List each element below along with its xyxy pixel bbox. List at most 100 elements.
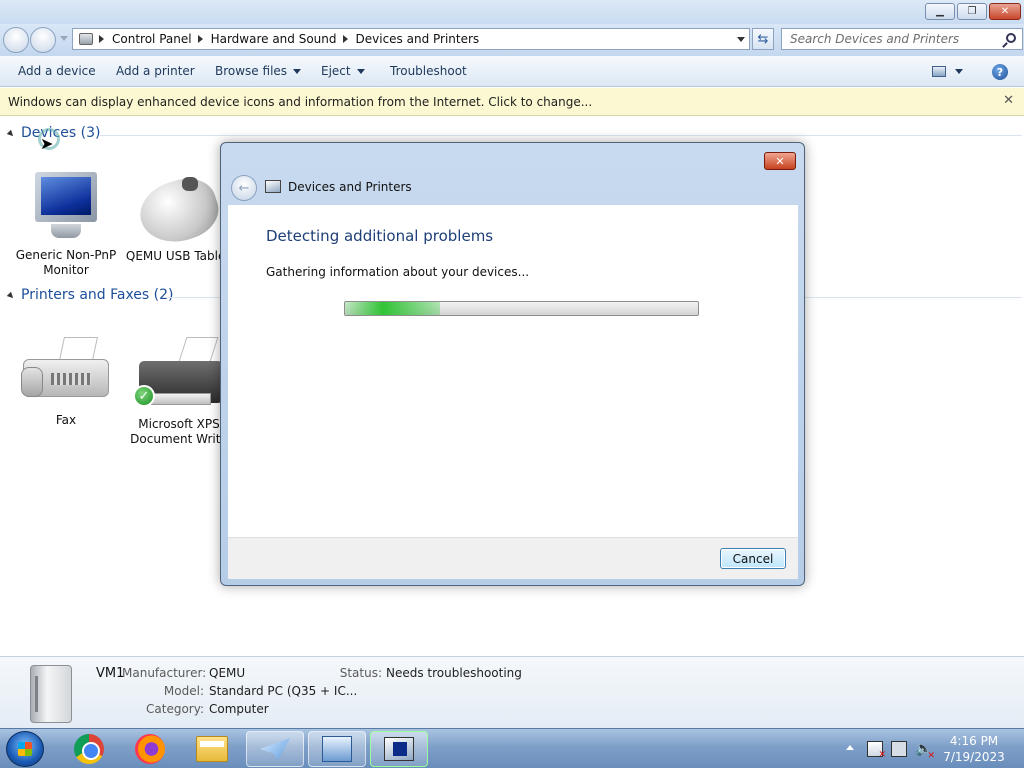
- back-arrow-icon: ←: [238, 180, 250, 196]
- info-bar-text[interactable]: Windows can display enhanced device icon…: [8, 95, 592, 109]
- clock-time: 4:16 PM: [949, 734, 999, 748]
- devices-printers-icon: [265, 180, 281, 193]
- restore-button[interactable]: ❐: [957, 3, 987, 20]
- dialog-message: Gathering information about your devices…: [266, 265, 530, 279]
- chrome-icon: [74, 734, 104, 764]
- breadcrumb-separator[interactable]: [342, 35, 348, 43]
- cancel-button[interactable]: Cancel: [720, 548, 786, 569]
- address-bar[interactable]: Control Panel Hardware and Sound Devices…: [72, 28, 750, 50]
- control-panel-icon: [322, 736, 352, 762]
- troubleshoot-button[interactable]: Troubleshoot: [390, 64, 467, 78]
- search-icon[interactable]: [1006, 33, 1016, 43]
- printer-item[interactable]: Fax: [11, 337, 121, 428]
- search-box[interactable]: [781, 28, 1023, 50]
- chevron-down-icon: [356, 69, 365, 74]
- device-name: VM1: [96, 666, 125, 681]
- chevron-down-icon: [293, 69, 302, 74]
- computer-icon: [30, 665, 72, 723]
- add-device-button[interactable]: Add a device: [18, 64, 96, 78]
- manufacturer-value: QEMU: [209, 666, 246, 680]
- device-label: QEMU USB Tablet: [125, 249, 231, 263]
- show-hidden-icons-button[interactable]: [846, 745, 854, 750]
- forward-button[interactable]: [30, 27, 56, 53]
- help-icon[interactable]: ?: [992, 64, 1008, 80]
- volume-icon[interactable]: 🔈: [915, 741, 935, 761]
- device-label: Generic Non-PnP Monitor: [15, 248, 117, 277]
- devices-printers-icon: [384, 737, 414, 761]
- refresh-button[interactable]: ⇆: [752, 28, 774, 50]
- address-dropdown[interactable]: [737, 37, 745, 42]
- printer-label: Microsoft XPS Document Write: [130, 417, 228, 446]
- taskbar-devices-printers[interactable]: [370, 731, 428, 767]
- view-options-dropdown[interactable]: [955, 69, 963, 74]
- add-printer-button[interactable]: Add a printer: [116, 64, 195, 78]
- default-printer-check-icon: ✓: [133, 385, 155, 407]
- model-label: Model:: [163, 684, 204, 698]
- breadcrumb-hardware-and-sound[interactable]: Hardware and Sound: [211, 32, 337, 46]
- category-value: Computer: [209, 702, 269, 716]
- folder-icon: [196, 736, 228, 762]
- taskbar: 🔈 4:16 PM 7/19/2023: [0, 728, 1024, 768]
- taskbar-control-panel[interactable]: [308, 731, 366, 767]
- back-button[interactable]: [3, 27, 29, 53]
- manufacturer-label: Manufacturer:: [122, 666, 207, 680]
- breadcrumb-control-panel[interactable]: Control Panel: [112, 32, 192, 46]
- taskbar-firefox[interactable]: [121, 731, 179, 767]
- fax-icon: [21, 337, 111, 409]
- collapse-icon[interactable]: [6, 291, 16, 301]
- minimize-button[interactable]: ▁: [925, 3, 955, 20]
- device-item[interactable]: Generic Non-PnP Monitor: [11, 172, 121, 278]
- window-titlebar: ▁ ❐ ✕: [0, 0, 1024, 24]
- close-icon[interactable]: ✕: [1003, 93, 1014, 108]
- system-clock[interactable]: 4:16 PM 7/19/2023: [936, 733, 1012, 765]
- group-title[interactable]: Devices (3): [21, 125, 100, 141]
- command-bar: Add a device Add a printer Browse files …: [0, 56, 1024, 87]
- taskbar-explorer[interactable]: [183, 731, 241, 767]
- dialog-footer: Cancel: [228, 537, 798, 579]
- network-icon[interactable]: [891, 741, 907, 757]
- clock-date: 7/19/2023: [943, 750, 1005, 764]
- collapse-icon[interactable]: [6, 129, 16, 139]
- progress-bar: [344, 301, 699, 316]
- close-button[interactable]: ✕: [989, 3, 1021, 20]
- refresh-icon: ⇆: [757, 31, 769, 47]
- printer-item[interactable]: ✓ Microsoft XPS Document Write: [124, 337, 234, 447]
- mail-icon: [260, 738, 290, 760]
- dialog-back-button[interactable]: ←: [231, 175, 257, 201]
- dialog-title: Devices and Printers: [288, 180, 412, 194]
- monitor-icon: [33, 172, 99, 244]
- dialog-heading: Detecting additional problems: [266, 227, 494, 245]
- status-label: Status:: [339, 666, 382, 680]
- browse-files-button[interactable]: Browse files: [215, 64, 302, 78]
- recent-pages-dropdown[interactable]: [60, 36, 68, 41]
- browse-files-label: Browse files: [215, 64, 288, 78]
- progress-fill: [345, 302, 441, 315]
- group-title[interactable]: Printers and Faxes (2): [21, 287, 174, 303]
- navigation-bar: Control Panel Hardware and Sound Devices…: [0, 24, 1024, 56]
- action-center-icon[interactable]: [867, 741, 886, 760]
- firefox-icon: [135, 734, 165, 764]
- search-input[interactable]: [790, 29, 1000, 49]
- eject-button[interactable]: Eject: [321, 64, 365, 78]
- mouse-icon: [132, 170, 226, 252]
- start-button[interactable]: [6, 731, 44, 767]
- printer-label: Fax: [55, 413, 77, 427]
- breadcrumb-separator[interactable]: [197, 35, 203, 43]
- breadcrumb-separator[interactable]: [99, 35, 104, 43]
- printer-icon: ✓: [133, 337, 225, 413]
- control-panel-icon: [79, 33, 93, 45]
- status-value: Needs troubleshooting: [386, 666, 522, 680]
- dialog-close-button[interactable]: ✕: [764, 152, 796, 170]
- troubleshooter-dialog: ✕ ← Devices and Printers Detecting addit…: [220, 142, 805, 586]
- eject-label: Eject: [321, 64, 351, 78]
- category-label: Category:: [146, 702, 204, 716]
- model-value: Standard PC (Q35 + IC...: [209, 684, 358, 698]
- info-bar[interactable]: Windows can display enhanced device icon…: [0, 88, 1024, 116]
- dialog-body: Detecting additional problems Gathering …: [228, 205, 798, 537]
- device-item[interactable]: QEMU USB Tablet: [123, 170, 233, 264]
- taskbar-chrome[interactable]: [60, 731, 118, 767]
- breadcrumb-devices-and-printers[interactable]: Devices and Printers: [356, 32, 480, 46]
- group-divider: [100, 135, 1022, 136]
- change-view-icon[interactable]: [932, 66, 946, 77]
- taskbar-mail[interactable]: [246, 731, 304, 767]
